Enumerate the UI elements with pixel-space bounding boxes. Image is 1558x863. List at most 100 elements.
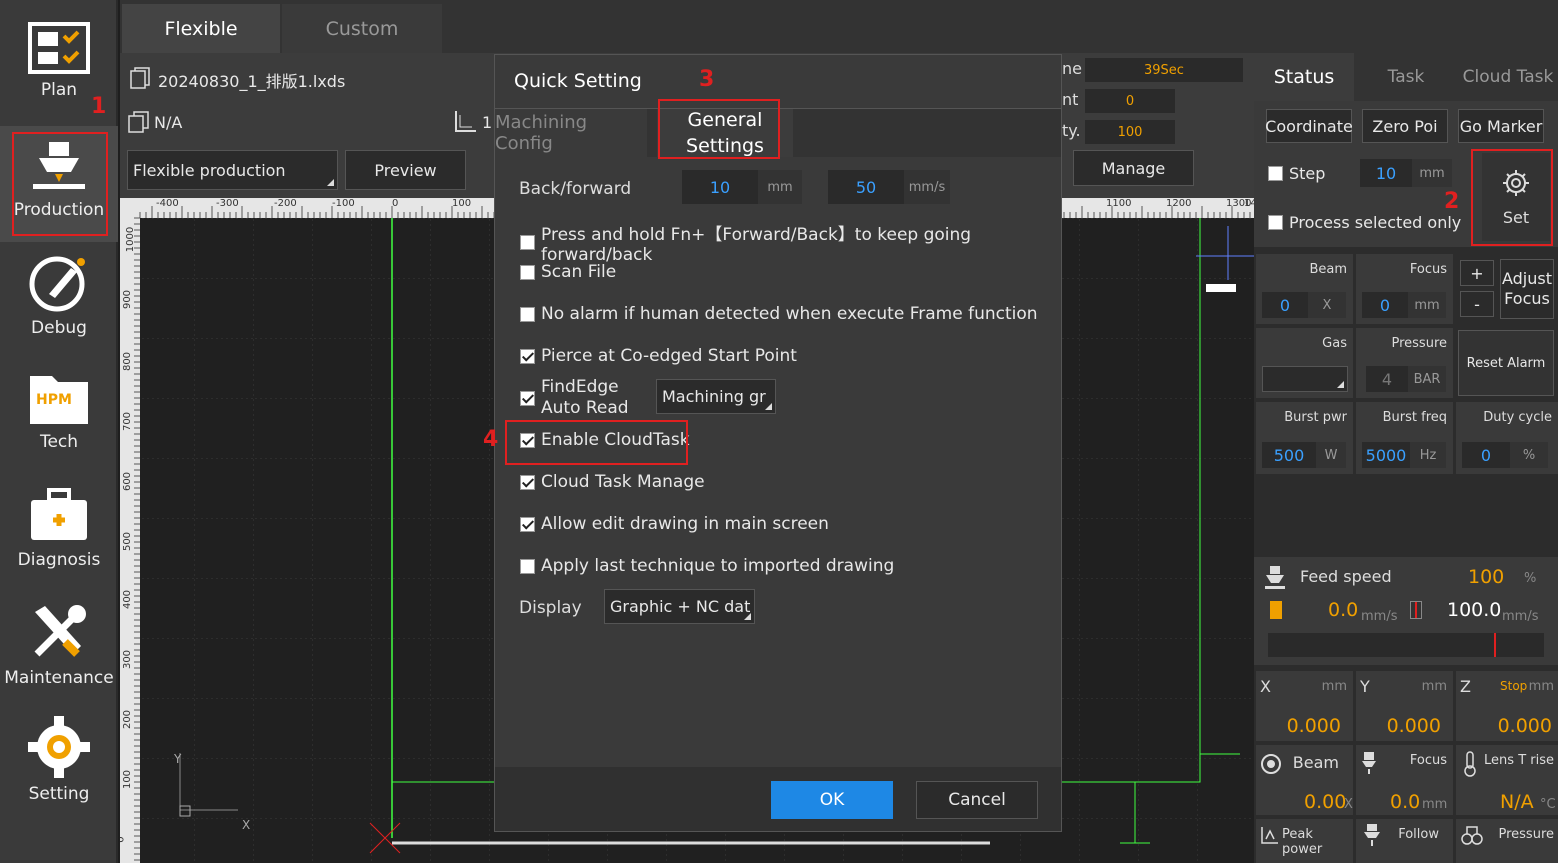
checkbox-box[interactable] xyxy=(520,348,535,364)
option-label: Apply last technique to imported drawing xyxy=(541,556,895,576)
sidebar-item-tech[interactable]: HPM Tech xyxy=(0,348,118,464)
lens-temp-value: N/A xyxy=(1500,791,1534,813)
burst-power-cell: Burst pwr 500 W xyxy=(1256,402,1353,474)
findedge-select[interactable]: Machining gr xyxy=(656,379,776,414)
process-selected-checkbox[interactable]: Process selected only xyxy=(1268,213,1461,232)
beam-value[interactable]: 0 xyxy=(1262,292,1308,318)
reset-alarm-button[interactable]: Reset Alarm xyxy=(1458,330,1554,396)
duty-cycle-value[interactable]: 0 xyxy=(1462,442,1510,468)
display-select[interactable]: Graphic + NC dat xyxy=(604,589,755,624)
tab-task[interactable]: Task xyxy=(1358,53,1454,101)
ruler-y-label: 800 xyxy=(122,351,134,372)
gas-cell: Gas xyxy=(1256,328,1353,398)
option-apply-last-technique[interactable]: Apply last technique to imported drawing xyxy=(520,556,894,576)
sidebar-item-maintenance[interactable]: Maintenance xyxy=(0,580,118,696)
cancel-button[interactable]: Cancel xyxy=(916,781,1038,819)
go-marker-button[interactable]: Go Marker xyxy=(1458,109,1544,143)
axis-x-name: X xyxy=(1260,677,1271,696)
adjust-focus-line1: Adjust xyxy=(1501,269,1552,288)
feed-speed-unit: % xyxy=(1524,571,1537,586)
preview-button[interactable]: Preview xyxy=(345,150,466,190)
focus-plus-button[interactable]: + xyxy=(1460,260,1494,286)
burst-power-value[interactable]: 500 xyxy=(1262,442,1316,468)
step-unit: mm xyxy=(1412,159,1452,187)
focus-readout-value: 0.0 xyxy=(1390,791,1421,813)
checkbox-box[interactable] xyxy=(520,264,535,280)
checkbox-box[interactable] xyxy=(520,390,535,406)
ruler-y-label: 400 xyxy=(122,589,134,610)
process-selected-label: Process selected only xyxy=(1289,213,1462,232)
step-checkbox[interactable]: Step xyxy=(1268,164,1325,183)
burst-power-unit: W xyxy=(1316,442,1346,468)
ok-button[interactable]: OK xyxy=(771,781,893,819)
sidebar-item-label: Tech xyxy=(39,432,79,452)
ruler-y-label: 700 xyxy=(122,411,134,432)
checkbox-box[interactable] xyxy=(520,474,535,490)
step-value[interactable]: 10 xyxy=(1360,159,1412,187)
sidebar-item-diagnosis[interactable]: Diagnosis xyxy=(0,464,118,580)
manage-button[interactable]: Manage xyxy=(1073,150,1194,186)
tab-machining-config[interactable]: Machining Config xyxy=(495,109,647,157)
debug-icon xyxy=(29,256,85,312)
feed-speed-slider[interactable] xyxy=(1268,633,1544,657)
tab-flexible[interactable]: Flexible xyxy=(122,4,280,53)
ruler-y-label: 100 xyxy=(122,769,134,790)
option-cloud-task-manage[interactable]: Cloud Task Manage xyxy=(520,472,705,492)
focus-minus-button[interactable]: - xyxy=(1460,291,1494,317)
sidebar-item-debug[interactable]: Debug xyxy=(0,232,118,348)
annotation-box-set xyxy=(1471,149,1553,246)
beam-readout-cell: Beam 0.00 X xyxy=(1256,745,1353,815)
annotation-number-4: 4 xyxy=(483,427,499,452)
option-fn-forward-back[interactable]: Press and hold Fn+【Forward/Back】to keep … xyxy=(520,220,1061,265)
option-no-alarm-human[interactable]: No alarm if human detected when execute … xyxy=(520,304,1038,324)
thermometer-icon xyxy=(1464,751,1476,777)
checkbox-box[interactable] xyxy=(520,235,535,250)
file-name: 20240830_1_排版1.lxds xyxy=(158,72,346,91)
beam-cell: Beam 0 X xyxy=(1256,254,1353,324)
material-icon xyxy=(128,111,149,133)
option-label: Allow edit drawing in main screen xyxy=(541,514,829,534)
coordinate-button[interactable]: Coordinate xyxy=(1265,109,1353,143)
follow-icon xyxy=(1364,824,1380,846)
checkbox-box[interactable] xyxy=(1268,166,1283,181)
option-scan-file[interactable]: Scan File xyxy=(520,262,616,282)
beam-readout-label: Beam xyxy=(1292,753,1339,772)
axis-z-value: 0.000 xyxy=(1497,715,1552,737)
gas-select[interactable] xyxy=(1262,366,1348,392)
burst-power-label: Burst pwr xyxy=(1284,410,1347,425)
ruler-x-label: -200 xyxy=(274,198,297,209)
back-forward-speed[interactable]: 50 xyxy=(828,170,904,204)
back-forward-distance[interactable]: 10 xyxy=(682,170,758,204)
focus-readout-cell: Focus 0.0 mm xyxy=(1356,745,1453,815)
sidebar-item-label: Diagnosis xyxy=(17,550,101,570)
beam-label: Beam xyxy=(1309,262,1347,277)
ruler-y-label: 1000 xyxy=(125,226,137,253)
option-pierce-co-edged[interactable]: Pierce at Co-edged Start Point xyxy=(520,346,797,366)
axis-x-cell: X mm 0.000 xyxy=(1256,671,1353,741)
checkbox-box[interactable] xyxy=(520,558,535,574)
tab-custom[interactable]: Custom xyxy=(282,4,442,53)
production-mode-select[interactable]: Flexible production xyxy=(127,150,338,190)
ruler-x-label: -300 xyxy=(216,198,239,209)
axis-y-name: Y xyxy=(1360,677,1370,696)
burst-freq-value[interactable]: 5000 xyxy=(1362,442,1410,468)
option-findedge-auto-read[interactable]: FindEdge Auto Read xyxy=(520,377,629,419)
tab-cloud-task[interactable]: Cloud Task xyxy=(1458,53,1558,101)
focus-value[interactable]: 0 xyxy=(1362,292,1408,318)
option-label-line2: Auto Read xyxy=(541,398,629,418)
sidebar-item-label: Maintenance xyxy=(4,668,114,688)
ruler-y-label: 600 xyxy=(122,471,134,492)
quick-setting-dialog: Quick Setting 3 Machining Config General… xyxy=(483,54,1062,832)
sidebar-item-setting[interactable]: Setting xyxy=(0,696,118,812)
checkbox-box[interactable] xyxy=(520,516,535,532)
dimension-value: 1 xyxy=(482,113,493,132)
zero-point-button[interactable]: Zero Poi xyxy=(1362,109,1448,143)
option-allow-edit-drawing[interactable]: Allow edit drawing in main screen xyxy=(520,514,829,534)
tab-status[interactable]: Status xyxy=(1254,53,1354,101)
adjust-focus-button[interactable]: Adjust Focus xyxy=(1500,259,1554,319)
checkbox-box[interactable] xyxy=(520,306,535,322)
option-label: Cloud Task Manage xyxy=(541,472,705,492)
checkbox-box[interactable] xyxy=(1268,215,1283,230)
pressure-unit: BAR xyxy=(1408,366,1446,392)
ruler-y-label: 0 xyxy=(120,836,127,842)
